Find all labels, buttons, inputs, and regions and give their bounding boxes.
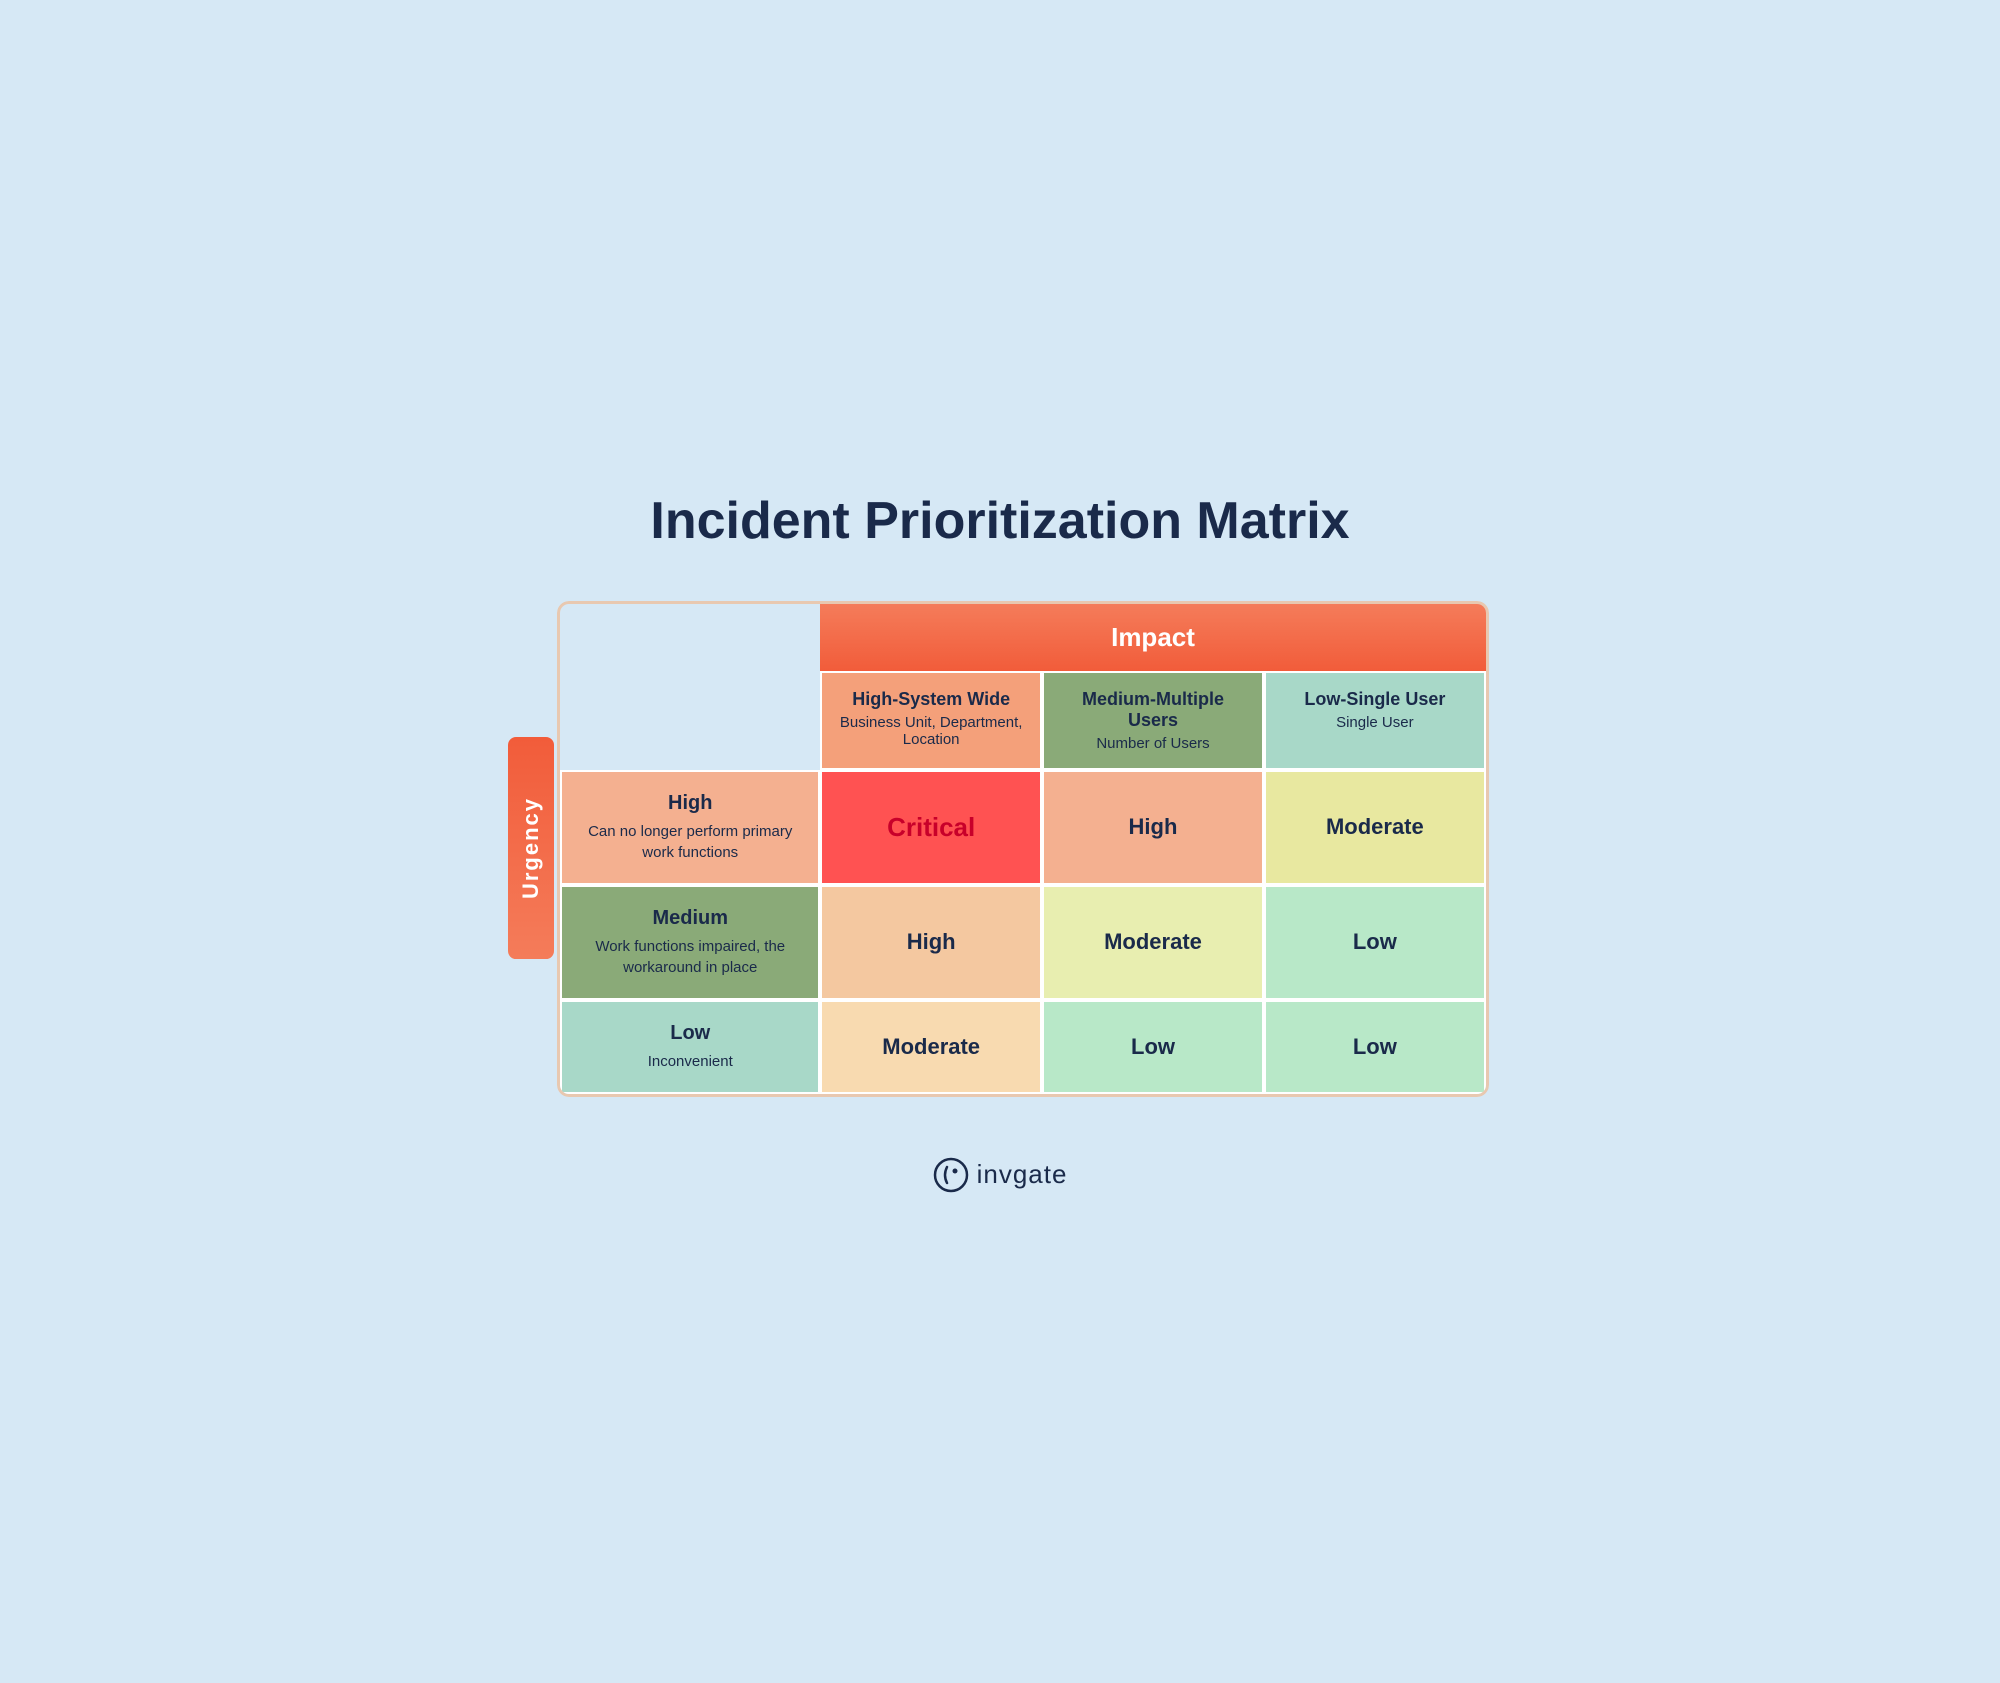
col-header-3-title: Low-Single User <box>1278 689 1472 710</box>
footer: invgate <box>933 1157 1068 1193</box>
row-label-high-sub: Can no longer perform primary work funct… <box>578 821 802 863</box>
col-header-2-title: Medium-Multiple Users <box>1056 689 1250 731</box>
data-rows: High Can no longer perform primary work … <box>560 770 1486 1094</box>
cell-moderate-row2-col2: Moderate <box>1042 885 1264 1000</box>
row-label-medium: Medium Work functions impaired, the work… <box>560 885 820 1000</box>
row-label-low: Low Inconvenient <box>560 1000 820 1094</box>
page-title: Incident Prioritization Matrix <box>650 491 1349 551</box>
row-label-high-title: High <box>668 792 712 815</box>
col-header-3: Low-Single User Single User <box>1264 671 1486 770</box>
col-headers-row: High-System Wide Business Unit, Departme… <box>560 671 1486 770</box>
cell-low-row3-col3-text: Low <box>1353 1034 1397 1060</box>
col-header-1-sub: Business Unit, Department, Location <box>834 714 1028 748</box>
row-label-header-spacer <box>560 671 820 770</box>
cell-critical-text: Critical <box>887 812 975 843</box>
data-row-low: Low Inconvenient Moderate Low Low <box>560 1000 1486 1094</box>
cell-high-row2-col1-text: High <box>907 929 956 955</box>
invgate-icon <box>933 1157 969 1193</box>
cell-high-row2-col1: High <box>820 885 1042 1000</box>
col-header-1: High-System Wide Business Unit, Departme… <box>820 671 1042 770</box>
invgate-logo: invgate <box>933 1157 1068 1193</box>
row-label-medium-title: Medium <box>652 907 728 930</box>
col-header-3-sub: Single User <box>1278 714 1472 731</box>
invgate-brand-text: invgate <box>977 1159 1068 1190</box>
row-label-medium-sub: Work functions impaired, the workaround … <box>578 936 802 978</box>
urgency-label: Urgency <box>508 737 554 959</box>
col-header-2-sub: Number of Users <box>1056 735 1250 752</box>
matrix-table: Impact High-System Wide Business Unit, D… <box>557 601 1489 1097</box>
row-label-low-title: Low <box>670 1022 710 1045</box>
row-label-low-sub: Inconvenient <box>648 1051 733 1072</box>
cell-moderate-row1-col3-text: Moderate <box>1326 814 1424 840</box>
cell-low-row2-col3: Low <box>1264 885 1486 1000</box>
cell-low-row3-col2: Low <box>1042 1000 1264 1094</box>
cell-moderate-row1-col3: Moderate <box>1264 770 1486 885</box>
cell-moderate-row2-col2-text: Moderate <box>1104 929 1202 955</box>
impact-spacer <box>560 604 820 671</box>
impact-header-row: Impact <box>560 604 1486 671</box>
row-label-high: High Can no longer perform primary work … <box>560 770 820 885</box>
cell-moderate-row3-col1-text: Moderate <box>882 1034 980 1060</box>
col-header-1-title: High-System Wide <box>834 689 1028 710</box>
cell-high-row1-col2: High <box>1042 770 1264 885</box>
impact-header: Impact <box>820 604 1486 671</box>
data-row-high: High Can no longer perform primary work … <box>560 770 1486 885</box>
col-header-2: Medium-Multiple Users Number of Users <box>1042 671 1264 770</box>
data-row-medium: Medium Work functions impaired, the work… <box>560 885 1486 1000</box>
matrix-table-area: Impact High-System Wide Business Unit, D… <box>557 601 1489 1097</box>
cell-critical: Critical <box>820 770 1042 885</box>
cell-moderate-row3-col1: Moderate <box>820 1000 1042 1094</box>
cell-low-row3-col2-text: Low <box>1131 1034 1175 1060</box>
matrix-wrapper: Urgency Impact High-System Wide Business… <box>511 601 1489 1097</box>
cell-low-row3-col3: Low <box>1264 1000 1486 1094</box>
cell-high-row1-col2-text: High <box>1129 814 1178 840</box>
urgency-label-container: Urgency <box>511 601 551 1097</box>
cell-low-row2-col3-text: Low <box>1353 929 1397 955</box>
